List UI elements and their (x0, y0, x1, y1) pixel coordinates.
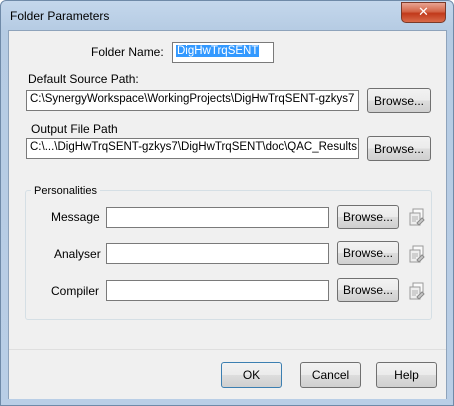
dialog-window: Folder Parameters ✕ Folder Name: DigHwTr… (0, 0, 454, 406)
source-path-label: Default Source Path: (28, 72, 139, 86)
output-path-value: C:\...\DigHwTrqSENT-gzkys7\DigHwTrqSENT\… (30, 141, 357, 153)
message-field[interactable] (106, 207, 329, 228)
close-button[interactable]: ✕ (401, 2, 446, 23)
folder-name-field[interactable]: DigHwTrqSENT (172, 42, 274, 63)
output-path-browse-button[interactable]: Browse... (367, 136, 431, 161)
close-icon: ✕ (418, 5, 429, 20)
source-path-browse-button[interactable]: Browse... (367, 88, 431, 113)
message-browse-button[interactable]: Browse... (337, 205, 399, 229)
source-path-value: C:\SynergyWorkspace\WorkingProjects\DigH… (30, 93, 355, 105)
edit-document-icon[interactable] (405, 279, 429, 303)
edit-document-icon[interactable] (405, 242, 429, 266)
window-title: Folder Parameters (10, 9, 110, 23)
folder-name-label: Folder Name: (91, 45, 164, 59)
edit-document-icon[interactable] (405, 205, 429, 229)
compiler-browse-button[interactable]: Browse... (337, 278, 399, 302)
folder-name-value: DigHwTrqSENT (176, 45, 260, 57)
output-path-label: Output File Path (31, 122, 118, 136)
title-bar[interactable]: Folder Parameters ✕ (1, 1, 453, 31)
help-button[interactable]: Help (376, 362, 437, 388)
analyser-browse-button[interactable]: Browse... (337, 241, 399, 265)
output-path-field[interactable]: C:\...\DigHwTrqSENT-gzkys7\DigHwTrqSENT\… (26, 138, 359, 159)
compiler-label: Compiler (51, 284, 100, 298)
analyser-label: Analyser (54, 247, 101, 261)
analyser-field[interactable] (106, 243, 329, 264)
personalities-title: Personalities (31, 185, 100, 197)
cancel-button[interactable]: Cancel (300, 362, 361, 388)
compiler-field[interactable] (106, 280, 329, 301)
dialog-body: Folder Name: DigHwTrqSENT Default Source… (8, 30, 447, 399)
source-path-field[interactable]: C:\SynergyWorkspace\WorkingProjects\DigH… (26, 90, 359, 111)
ok-button[interactable]: OK (221, 362, 282, 388)
message-label: Message (51, 210, 100, 224)
